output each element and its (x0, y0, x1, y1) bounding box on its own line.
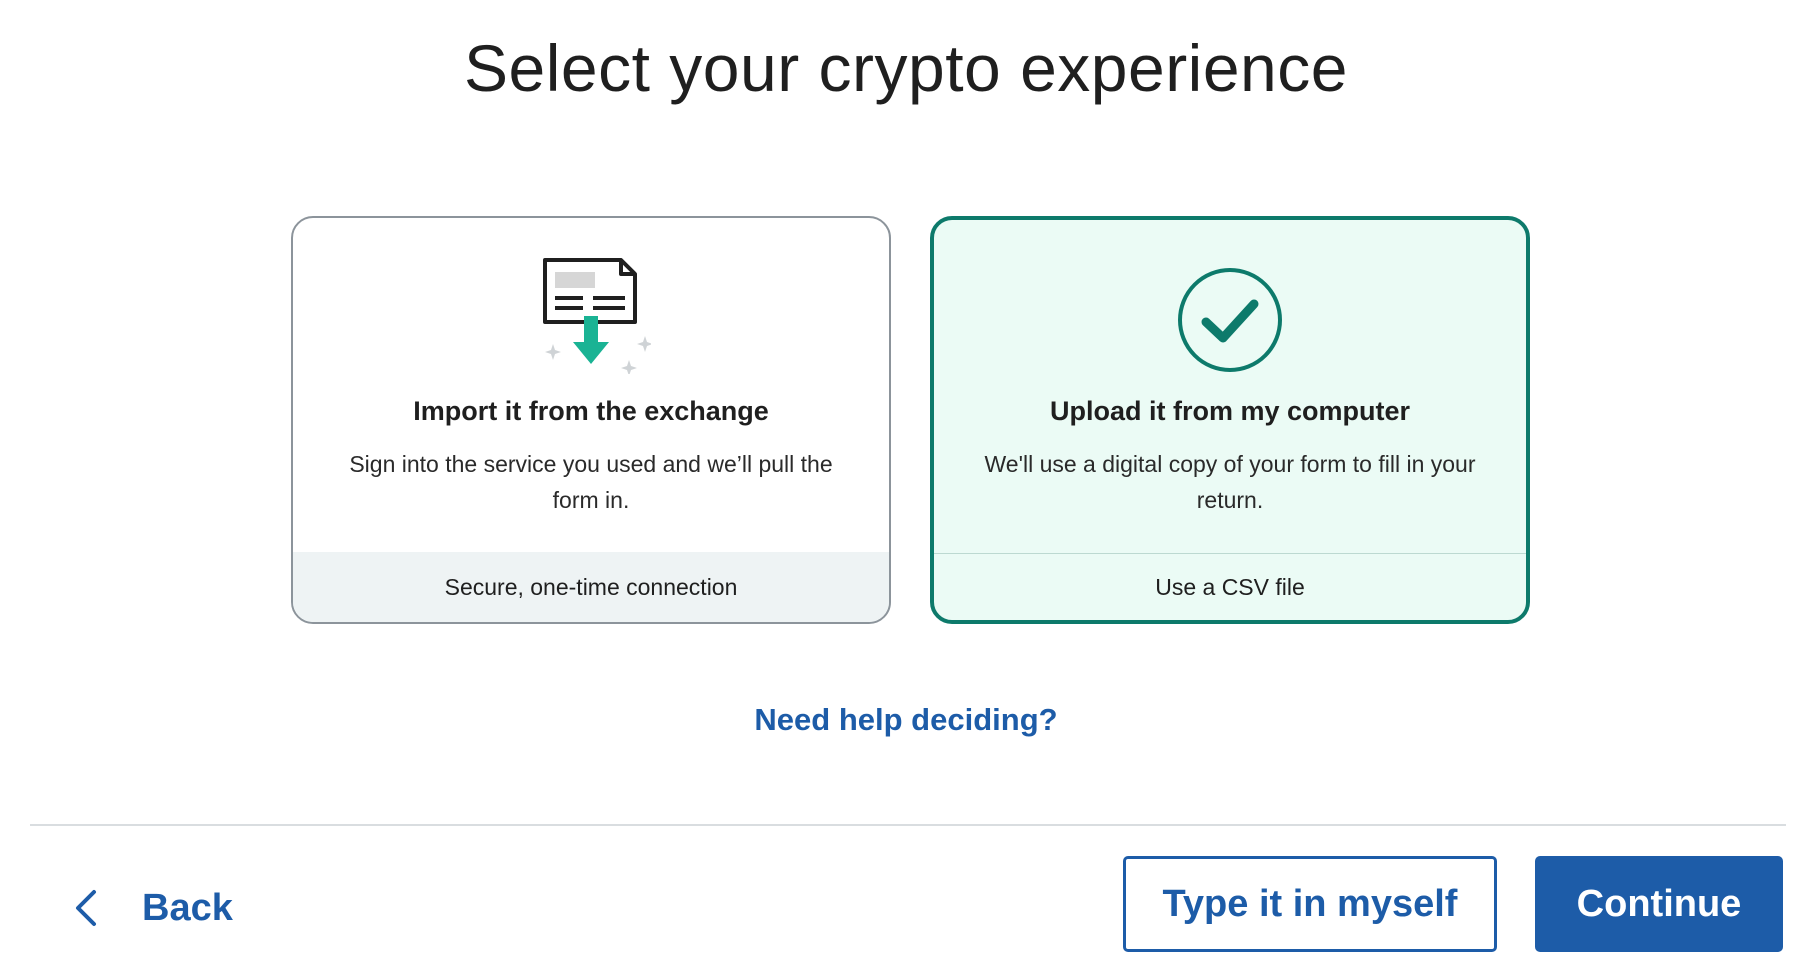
footer-divider (30, 824, 1786, 826)
option-title: Upload it from my computer (1049, 396, 1411, 426)
back-label: Back (142, 886, 233, 929)
option-footer: Use a CSV file (934, 553, 1526, 620)
page-title: Select your crypto experience (464, 31, 1348, 105)
option-description: Sign into the service you used and we’ll… (349, 451, 833, 513)
document-download-icon (543, 258, 651, 374)
option-card-import[interactable]: Import it from the exchange Sign into th… (291, 216, 891, 624)
option-title: Import it from the exchange (413, 396, 769, 426)
back-button[interactable]: Back (70, 868, 233, 948)
option-description: We'll use a digital copy of your form to… (984, 451, 1476, 513)
chevron-left-icon (76, 890, 96, 926)
need-help-deciding-link[interactable]: Need help deciding? (0, 702, 1812, 738)
continue-button[interactable]: Continue (1535, 856, 1783, 952)
type-it-in-myself-button[interactable]: Type it in myself (1123, 856, 1497, 952)
option-footer: Secure, one-time connection (293, 552, 889, 622)
option-card-upload[interactable]: Upload it from my computer We'll use a d… (930, 216, 1530, 624)
checkmark-circle-icon (1178, 268, 1282, 372)
